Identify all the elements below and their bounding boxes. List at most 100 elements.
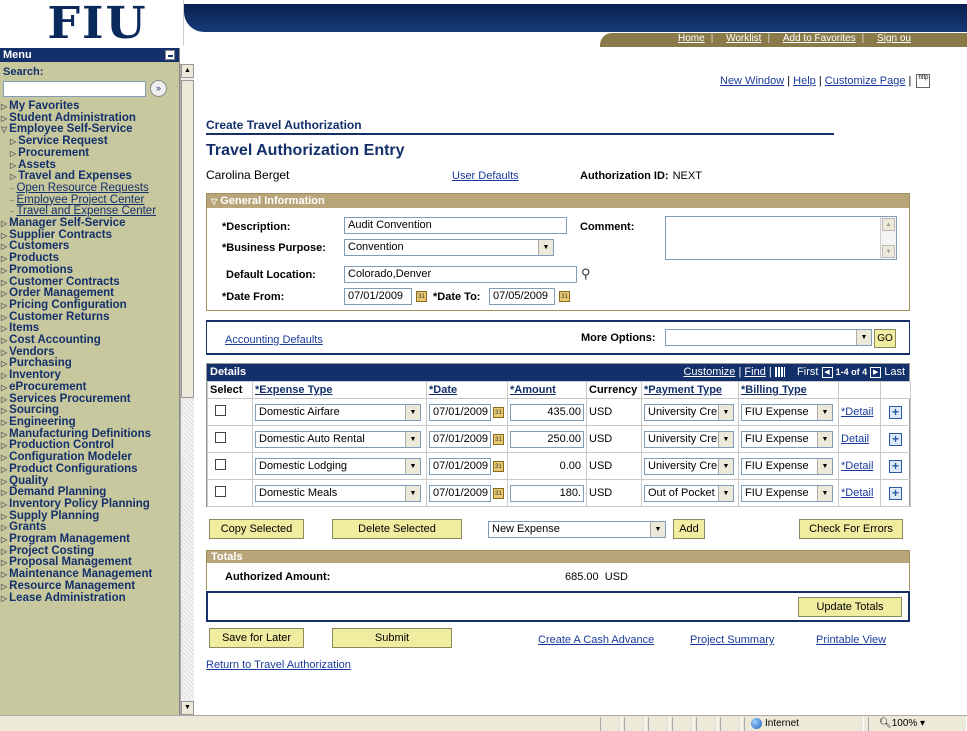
next-arrow-icon[interactable]: ▶ [870,366,882,378]
add-row-icon[interactable]: + [889,432,902,446]
lookup-search-icon[interactable]: ⚲ [581,266,591,282]
scroll-up-icon[interactable]: ▲ [181,64,194,78]
accounting-defaults-link[interactable]: Accounting Defaults [225,334,323,346]
calendar-icon[interactable]: 31 [493,433,504,445]
printable-view-link[interactable]: Printable View [816,634,886,646]
menu-item[interactable]: ▷ Lease Administration [0,592,179,605]
check-for-errors-button[interactable]: Check For Errors [799,519,903,539]
copy-selected-button[interactable]: Copy Selected [209,519,304,539]
comment-scroll-up-icon[interactable]: ▲ [882,218,895,231]
search-go-icon[interactable]: » [150,80,167,97]
delete-selected-button[interactable]: Delete Selected [332,519,462,539]
customize-page-link[interactable]: Customize Page [825,75,906,87]
amount-input[interactable]: 435.00 [510,403,584,421]
column-header[interactable]: *Expense Type [252,381,427,399]
select-checkbox[interactable] [215,486,226,497]
expand-arrow-icon: ▷ [1,219,8,229]
date-input[interactable]: 07/01/2009 [429,403,491,421]
save-for-later-button[interactable]: Save for Later [209,628,304,648]
zoom-level[interactable]: 🔍︎100% ▾ [868,717,967,731]
menu-link[interactable]: Open Resource Requests [16,182,148,194]
payment-type-select[interactable]: University Cre ▼ [644,430,734,448]
column-header[interactable]: *Date [426,381,508,399]
return-to-travel-authorization-link[interactable]: Return to Travel Authorization [206,659,351,671]
description-input[interactable]: Audit Convention [344,217,567,234]
add-row-icon[interactable]: + [889,486,902,500]
expense-type-select[interactable]: Domestic Lodging ▼ [255,457,421,475]
user-defaults-link[interactable]: User Defaults [452,170,519,182]
expense-type-select[interactable]: Domestic Auto Rental ▼ [255,430,421,448]
http-icon[interactable]: http [916,74,931,88]
date-to-input[interactable]: 07/05/2009 [489,288,555,305]
menu-link[interactable]: Employee Project Center [16,194,144,206]
column-header[interactable]: *Payment Type [641,381,739,399]
payment-type-select[interactable]: University Cre ▼ [644,457,734,475]
payment-type-select[interactable]: University Cre ▼ [644,403,734,421]
business-purpose-select[interactable]: Convention ▼ [344,239,554,256]
expense-type-select[interactable]: Domestic Meals ▼ [255,484,421,502]
date-input[interactable]: 07/01/2009 [429,430,491,448]
column-header[interactable]: *Amount [507,381,587,399]
date-input[interactable]: 07/01/2009 [429,484,491,502]
page-links: New Window | Help | Customize Page | htt… [720,74,931,88]
find-link[interactable]: Find [744,366,765,378]
help-link[interactable]: Help [793,75,816,87]
new-expense-select[interactable]: New Expense ▼ [488,521,666,538]
calendar-icon[interactable]: 31 [493,406,504,418]
menu-scrollbar[interactable]: ▲ ▼ [180,64,194,715]
page-title: Travel Authorization Entry [206,142,405,159]
add-to-favorites-link[interactable]: Add to Favorites [783,33,856,44]
expand-arrow-icon: ▷ [1,406,8,416]
billing-type-select[interactable]: FIU Expense ▼ [741,484,833,502]
detail-link[interactable]: Detail [841,433,869,445]
calendar-icon[interactable]: 31 [493,487,504,499]
create-cash-advance-link[interactable]: Create A Cash Advance [538,634,654,646]
minimize-icon[interactable] [165,50,175,60]
new-window-link[interactable]: New Window [720,75,784,87]
add-row-icon[interactable]: + [889,405,902,419]
add-row-icon[interactable]: + [889,459,902,473]
scroll-track[interactable] [181,398,194,698]
date-from-input[interactable]: 07/01/2009 [344,288,412,305]
comment-textarea[interactable]: ▲ ▼ [665,216,897,260]
go-button[interactable]: GO [874,329,896,348]
comment-scroll-down-icon[interactable]: ▼ [882,245,895,258]
select-checkbox[interactable] [215,459,226,470]
submit-button[interactable]: Submit [332,628,452,648]
scroll-thumb[interactable] [181,80,194,398]
billing-type-select[interactable]: FIU Expense ▼ [741,403,833,421]
select-checkbox[interactable] [215,405,226,416]
calendar-icon[interactable]: 31 [493,460,504,472]
update-totals-button[interactable]: Update Totals [798,597,902,617]
more-options-select[interactable]: ▼ [665,329,872,346]
select-checkbox[interactable] [215,432,226,443]
scroll-down-icon[interactable]: ▼ [181,701,194,715]
payment-type-select[interactable]: Out of Pocket ▼ [644,484,734,502]
column-header[interactable]: *Billing Type [738,381,839,399]
grid-view-icon[interactable] [774,367,785,378]
calendar-icon[interactable]: 31 [416,291,427,302]
amount-input[interactable]: 250.00 [510,430,584,448]
billing-type-select[interactable]: FIU Expense ▼ [741,430,833,448]
detail-link[interactable]: *Detail [841,406,873,418]
add-button[interactable]: Add [673,519,705,539]
sign-out-link[interactable]: Sign ou [877,33,911,44]
menu-link[interactable]: Travel and Expense Center [16,205,156,217]
billing-type-select[interactable]: FIU Expense ▼ [741,457,833,475]
menu-header: Menu [0,48,179,62]
chevron-down-icon: ▼ [718,404,733,420]
customize-link[interactable]: Customize [683,366,735,378]
home-link[interactable]: Home [678,33,705,44]
project-summary-link[interactable]: Project Summary [690,634,774,646]
menu-search-input[interactable] [3,80,146,97]
worklist-link[interactable]: Worklist [726,33,761,44]
expense-type-select[interactable]: Domestic Airfare ▼ [255,403,421,421]
general-information-header[interactable]: ▽ General Information [207,194,909,208]
prev-arrow-icon[interactable]: ◀ [821,366,833,378]
default-location-input[interactable]: Colorado,Denver [344,266,577,283]
detail-link[interactable]: *Detail [841,460,873,472]
calendar-icon[interactable]: 31 [559,291,570,302]
amount-input[interactable]: 180. [510,484,584,502]
date-input[interactable]: 07/01/2009 [429,457,491,475]
detail-link[interactable]: *Detail [841,487,873,499]
